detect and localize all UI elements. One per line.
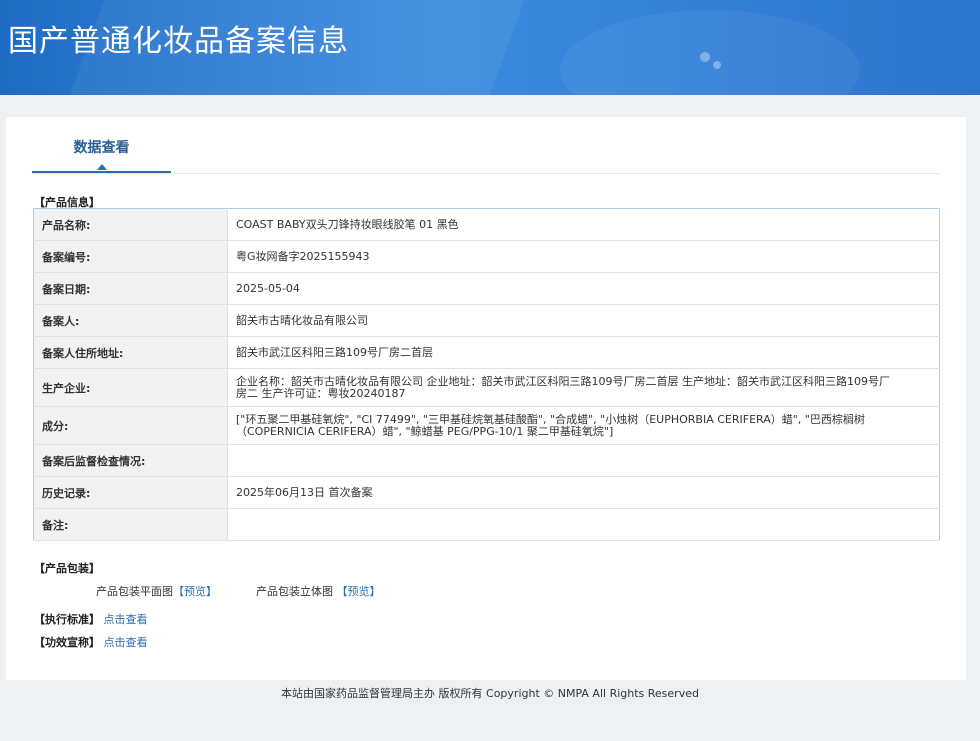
packaging-solid-preview-link[interactable]: 【预览】 [337,585,381,598]
packaging-flat-row: 产品包装平面图【预览】 [96,583,217,599]
row-key-filer-address: 备案人住所地址: [33,336,228,369]
packaging-flat-label: 产品包装平面图 [96,585,173,598]
tab-active-caret [97,164,107,170]
standard-label: 【执行标准】 [34,613,100,626]
table-row: 备案人: 韶关市古晴化妆品有限公司 [33,304,940,337]
row-key-manufacturer: 生产企业: [33,368,228,407]
content-panel: 数据查看 【产品信息】 产品名称: COAST BABY双头刀锋持妆眼线胶笔 0… [6,117,966,680]
row-key-post-inspection: 备案后监督检查情况: [33,444,228,477]
packaging-solid-row: 产品包装立体图 【预览】 [256,583,381,599]
efficacy-row: 【功效宣称】 点击查看 [34,634,148,650]
row-key-remarks: 备注: [33,508,228,541]
packaging-flat-preview-link[interactable]: 【预览】 [173,585,217,598]
row-value-filing-number: 粤G妆网备字2025155943 [227,240,940,273]
page-header: 国产普通化妆品备案信息 [0,0,980,95]
product-info-table: 产品名称: COAST BABY双头刀锋持妆眼线胶笔 01 黑色 备案编号: 粤… [33,208,940,541]
table-row: 备案日期: 2025-05-04 [33,272,940,305]
row-value-remarks [227,508,940,541]
table-row: 备注: [33,508,940,541]
footer-copyright: 本站由国家药品监督管理局主办 版权所有 Copyright © NMPA All… [281,687,699,700]
row-key-filing-date: 备案日期: [33,272,228,305]
row-key-ingredients: 成分: [33,406,228,445]
row-key-filing-number: 备案编号: [33,240,228,273]
table-row: 备案后监督检查情况: [33,444,940,477]
row-key-history: 历史记录: [33,476,228,509]
row-key-filer: 备案人: [33,304,228,337]
row-value-product-name: COAST BABY双头刀锋持妆眼线胶笔 01 黑色 [227,208,940,241]
header-decoration-dot [700,52,710,62]
page-title: 国产普通化妆品备案信息 [8,24,349,59]
efficacy-view-link[interactable]: 点击查看 [104,636,148,649]
row-value-filer-address: 韶关市武江区科阳三路109号厂房二首层 [227,336,940,369]
row-value-manufacturer: 企业名称：韶关市古晴化妆品有限公司 企业地址：韶关市武江区科阳三路109号厂房二… [227,368,940,407]
standard-row: 【执行标准】 点击查看 [34,611,148,627]
packaging-solid-label: 产品包装立体图 [256,585,333,598]
standard-view-link[interactable]: 点击查看 [104,613,148,626]
row-value-post-inspection [227,444,940,477]
table-row: 生产企业: 企业名称：韶关市古晴化妆品有限公司 企业地址：韶关市武江区科阳三路1… [33,368,940,407]
table-row: 备案人住所地址: 韶关市武江区科阳三路109号厂房二首层 [33,336,940,369]
row-value-filer: 韶关市古晴化妆品有限公司 [227,304,940,337]
row-value-history: 2025年06月13日 首次备案 [227,476,940,509]
tab-bar: 数据查看 [32,117,940,174]
efficacy-label: 【功效宣称】 [34,636,100,649]
table-row: 历史记录: 2025年06月13日 首次备案 [33,476,940,509]
table-row: 成分: ["环五聚二甲基硅氧烷", "CI 77499", "三甲基硅烷氧基硅酸… [33,406,940,445]
row-key-product-name: 产品名称: [33,208,228,241]
row-value-filing-date: 2025-05-04 [227,272,940,305]
table-row: 产品名称: COAST BABY双头刀锋持妆眼线胶笔 01 黑色 [33,208,940,241]
table-row: 备案编号: 粤G妆网备字2025155943 [33,240,940,273]
header-decoration [560,10,860,95]
packaging-section-title: 【产品包装】 [34,562,100,575]
row-value-ingredients: ["环五聚二甲基硅氧烷", "CI 77499", "三甲基硅烷氧基硅酸酯", … [227,406,940,445]
header-decoration-dot [713,61,721,69]
